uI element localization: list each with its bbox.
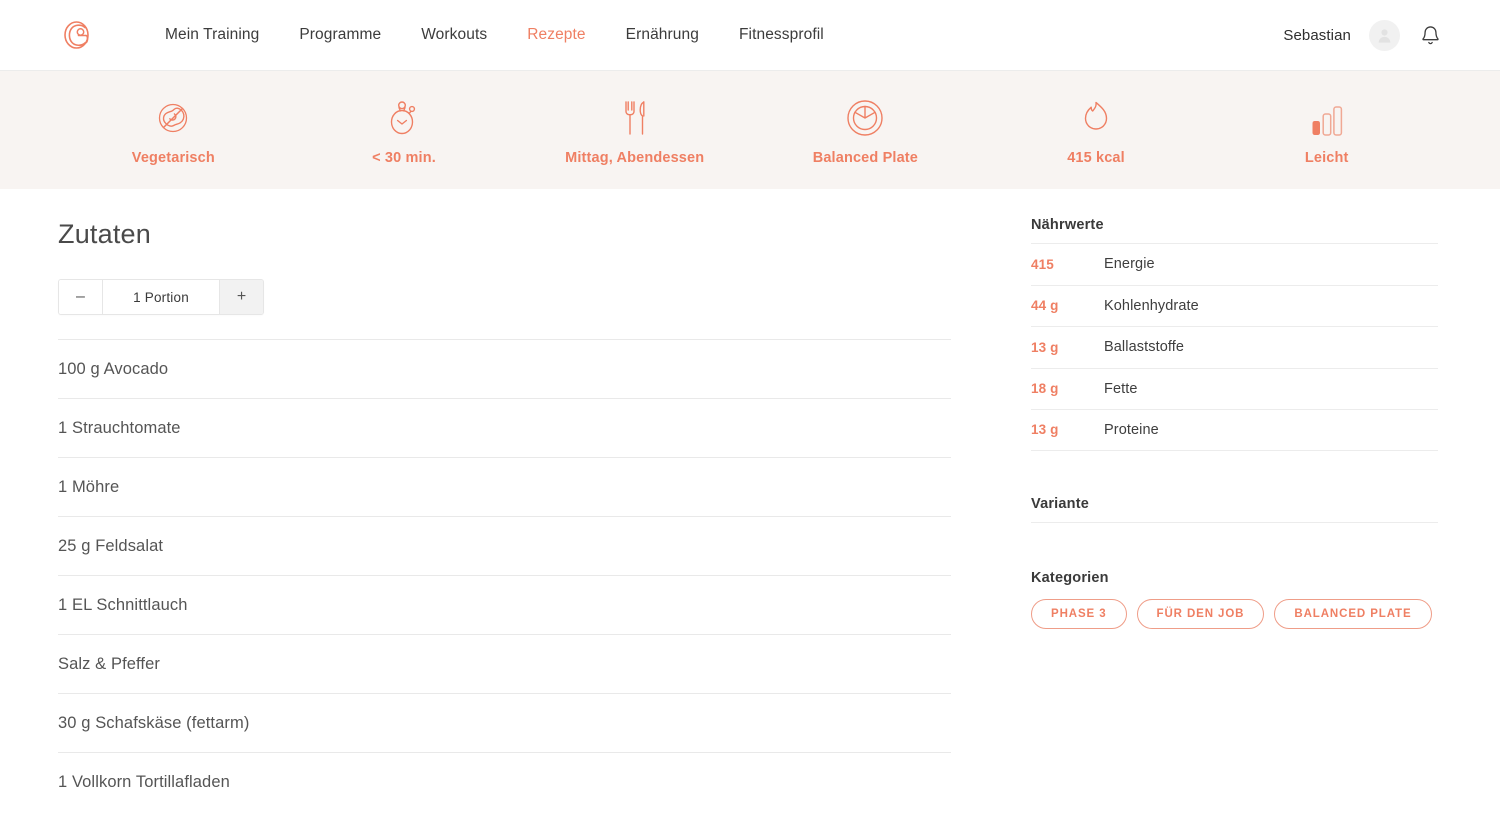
kategorien-panel: Kategorien PHASE 3 FÜR DEN JOB BALANCED … xyxy=(1031,570,1461,629)
main-nav-links: Mein Training Programme Workouts Rezepte… xyxy=(165,26,864,44)
portion-stepper[interactable]: – 1 Portion + xyxy=(58,279,264,315)
list-item: Salz & Pfeffer xyxy=(58,635,951,694)
main-content: Zutaten – 1 Portion + 100 g Avocado 1 St… xyxy=(0,189,1500,811)
list-item: 1 Vollkorn Tortillafladen xyxy=(58,773,230,791)
nutrition-value: 44 g xyxy=(1031,298,1059,314)
portion-value: 1 Portion xyxy=(103,280,219,314)
table-row: 44 g Kohlenhydrate xyxy=(1031,284,1438,327)
ingredients-title: Zutaten xyxy=(58,219,151,249)
list-item: 1 Strauchtomate xyxy=(58,399,951,458)
attribute-label: Mittag, Abendessen xyxy=(565,149,705,166)
table-row: 18 g Fette xyxy=(1031,367,1438,410)
nutrition-name: Energie xyxy=(1104,256,1155,273)
ingredients-list: 100 g Avocado 1 Strauchtomate 1 Möhre 25… xyxy=(58,339,951,811)
list-item: 25 g Feldsalat xyxy=(58,517,951,576)
attribute-label: Vegetarisch xyxy=(131,149,215,166)
nav-item-fitnessprofil[interactable]: Fitnessprofil xyxy=(739,26,824,44)
table-row: 13 g Ballaststoffe xyxy=(1031,326,1438,368)
category-pill-list: PHASE 3 FÜR DEN JOB BALANCED PLATE xyxy=(1031,598,1461,629)
nutrition-name: Ballaststoffe xyxy=(1104,339,1185,356)
nav-item-programme[interactable]: Programme xyxy=(299,26,381,44)
info-sidebar: Nährwerte 415 Energie 44 g Kohlenhydrate… xyxy=(951,189,1461,629)
fork-knife-icon xyxy=(620,95,650,137)
recipe-attributes-bar: Vegetarisch < 30 min. Mittag, Abendessen… xyxy=(0,71,1500,189)
flame-icon xyxy=(1081,95,1111,137)
category-pill-phase-3[interactable]: PHASE 3 xyxy=(1031,598,1127,629)
table-row: 13 g Proteine xyxy=(1031,409,1438,451)
nutrition-value: 13 g xyxy=(1031,339,1059,355)
attribute-calories: 415 kcal xyxy=(981,95,1212,166)
brand-g-logo-icon[interactable] xyxy=(58,15,98,55)
list-item: 30 g Schafskäse (fettarm) xyxy=(58,694,951,753)
user-name-label: Sebastian xyxy=(1283,26,1351,44)
category-pill-fuer-den-job[interactable]: FÜR DEN JOB xyxy=(1136,598,1265,629)
variante-title: Variante xyxy=(1031,495,1090,512)
balanced-plate-icon xyxy=(846,95,884,137)
nutrition-name: Proteine xyxy=(1104,421,1159,438)
nav-item-ernaehrung[interactable]: Ernährung xyxy=(626,26,699,44)
table-row: 415 Energie xyxy=(1031,243,1438,285)
user-avatar-icon[interactable] xyxy=(1369,19,1400,51)
nav-item-mein-training[interactable]: Mein Training xyxy=(165,26,259,44)
no-meat-icon xyxy=(154,95,192,137)
nav-item-rezepte[interactable]: Rezepte xyxy=(527,26,585,44)
stopwatch-icon xyxy=(388,95,420,137)
attribute-meal-type: Mittag, Abendessen xyxy=(519,95,750,166)
attribute-label: 415 kcal xyxy=(1067,149,1125,166)
nav-item-workouts[interactable]: Workouts xyxy=(421,26,487,44)
nutrition-panel: Nährwerte 415 Energie 44 g Kohlenhydrate… xyxy=(1031,217,1461,451)
list-item: 1 EL Schnittlauch xyxy=(58,576,951,635)
category-pill-balanced-plate[interactable]: BALANCED PLATE xyxy=(1274,598,1432,629)
attribute-label: Balanced Plate xyxy=(812,149,918,166)
variante-panel: Variante xyxy=(1031,496,1438,523)
attribute-prep-time: < 30 min. xyxy=(289,95,520,166)
list-item: 100 g Avocado xyxy=(58,339,951,399)
ingredients-column: Zutaten – 1 Portion + 100 g Avocado 1 St… xyxy=(58,189,951,811)
nutrition-value: 415 xyxy=(1031,256,1054,272)
nutrition-value: 13 g xyxy=(1031,422,1059,438)
attribute-label: Leicht xyxy=(1304,149,1349,166)
attribute-vegetarisch: Vegetarisch xyxy=(58,95,289,166)
nutrition-name: Fette xyxy=(1104,380,1138,397)
nutrition-table: 415 Energie 44 g Kohlenhydrate 13 g Ball… xyxy=(1031,243,1438,451)
difficulty-bars-icon xyxy=(1310,95,1344,137)
user-area: Sebastian xyxy=(1283,19,1442,51)
kategorien-title: Kategorien xyxy=(1031,569,1109,586)
attribute-difficulty: Leicht xyxy=(1211,95,1442,166)
nutrition-value: 18 g xyxy=(1031,381,1059,397)
nutrition-name: Kohlenhydrate xyxy=(1104,297,1199,314)
portion-increase-button[interactable]: + xyxy=(219,280,263,314)
attribute-label: < 30 min. xyxy=(372,149,436,166)
divider xyxy=(1031,521,1438,523)
top-navigation-bar: Mein Training Programme Workouts Rezepte… xyxy=(0,0,1500,71)
nutrition-title: Nährwerte xyxy=(1031,217,1104,233)
portion-decrease-button[interactable]: – xyxy=(59,280,103,314)
attribute-balanced-plate: Balanced Plate xyxy=(750,95,981,166)
notification-bell-icon[interactable] xyxy=(1418,22,1442,48)
list-item: 1 Möhre xyxy=(58,458,951,517)
